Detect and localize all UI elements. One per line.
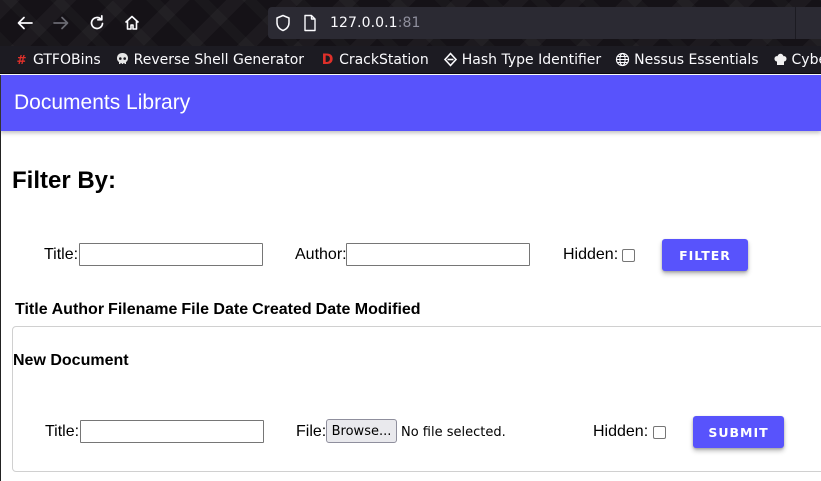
back-arrow-icon[interactable] [14,12,36,34]
bookmarks-bar: # GTFOBins Reverse Shell Generator D Cra… [0,46,821,74]
filter-title-label: Title: [44,246,79,263]
shield-icon[interactable] [275,14,291,37]
gtfobins-icon: # [16,52,27,67]
bookmark-reverse-shell-generator[interactable]: Reverse Shell Generator [107,46,310,73]
new-document-card: New Document Title: File: Browse... No f… [12,326,821,472]
bookmark-gtfobins[interactable]: # GTFOBins [0,46,107,73]
filter-author-input[interactable] [346,243,530,266]
bookmark-label: Hash Type Identifier [461,51,602,68]
new-document-heading: New Document [13,352,129,369]
bookmark-crackstation[interactable]: D CrackStation [310,46,435,73]
file-status-text: No file selected. [401,425,506,440]
filter-heading: Filter By: [12,167,117,194]
url-bar[interactable]: 127.0.0.1:81 [268,7,821,39]
new-doc-title-input[interactable] [80,420,264,443]
bookmark-label: Nessus Essentials [634,51,759,68]
url-port: :81 [397,15,421,31]
url-host: 127.0.0.1 [330,15,398,31]
page-content: Filter By: Title: Author: Hidden: FILTER… [0,131,821,481]
submit-button[interactable]: SUBMIT [693,416,784,448]
filter-title-input[interactable] [79,243,263,266]
new-doc-title-label: Title: [45,423,80,440]
url-text[interactable]: 127.0.0.1:81 [330,15,421,31]
forward-arrow-icon[interactable] [50,12,72,34]
globe-icon [615,52,630,67]
skull-icon [115,52,130,67]
column-header-date-modified: Date Modified [315,301,421,318]
new-doc-file-label: File: [296,423,327,440]
new-doc-hidden-checkbox[interactable] [653,426,666,439]
filter-hidden-checkbox[interactable] [622,249,635,262]
url-bar-edge [795,7,821,39]
bookmark-label: Reverse Shell Generator [133,51,305,68]
chef-hat-icon [773,52,788,67]
column-header-file-date: File Date [181,301,249,318]
documents-table-header: Title Author Filename File Date Created Date … [15,301,425,319]
browser-toolbar: 127.0.0.1:81 [0,0,821,46]
app-title: Documents Library [14,91,191,114]
bookmark-label: GTFOBins [33,51,101,68]
browse-button[interactable]: Browse... [326,419,397,443]
filter-button[interactable]: FILTER [662,239,748,271]
page-icon [303,14,317,37]
column-header-created: Created [252,301,312,318]
hash-identifier-icon [443,52,458,67]
bookmark-label: CrackStation [339,51,429,68]
bookmark-hash-type-identifier[interactable]: Hash Type Identifier [435,46,607,73]
column-header-filename: Filename [108,301,178,318]
bookmark-label: CyberChef [791,51,821,68]
app-bar: Documents Library [0,75,821,131]
bookmark-nessus-essentials[interactable]: Nessus Essentials [607,46,764,73]
reload-icon[interactable] [86,12,108,34]
filter-hidden-label: Hidden: [563,246,619,263]
home-icon[interactable] [121,12,143,34]
filter-author-label: Author: [295,246,347,263]
new-doc-hidden-label: Hidden: [593,423,649,440]
bookmark-cyberchef[interactable]: CyberChef [765,46,821,73]
column-header-author: Author [51,301,105,318]
column-header-title: Title [15,301,48,318]
crackstation-icon: D [321,51,334,68]
